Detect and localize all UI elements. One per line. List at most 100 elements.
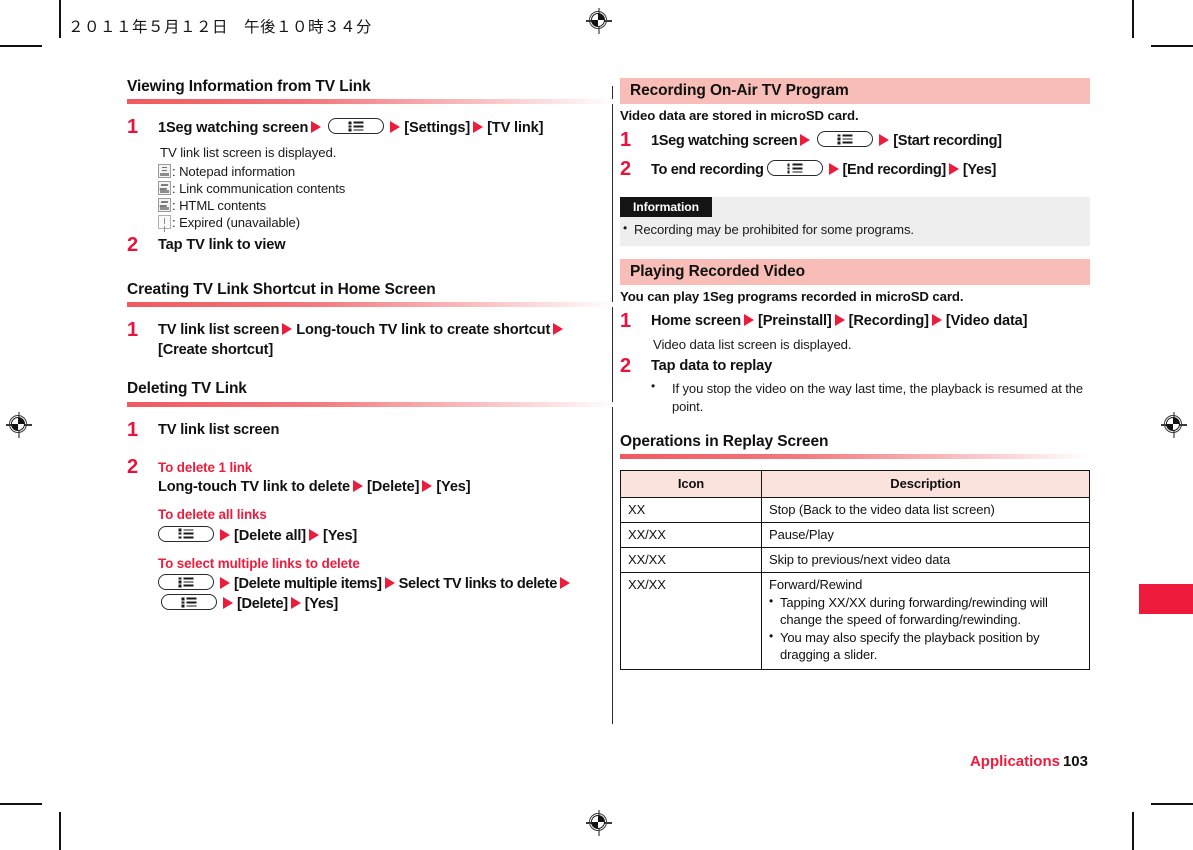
section-rule	[127, 99, 614, 105]
arrow-icon	[948, 163, 959, 176]
crop-mark-bottom-right-vertical	[1132, 812, 1134, 850]
step-note: TV link list screen is displayed.	[160, 144, 337, 160]
step-number: 2	[620, 355, 632, 378]
crop-mark-top-right-vertical	[1132, 0, 1134, 38]
page-footer: Applications 103	[970, 753, 1088, 770]
step-text: 1Seg watching screen [Start recording]	[651, 131, 1090, 151]
cell-description: Pause/Play	[761, 522, 1090, 549]
step-text-part: To end recording	[651, 162, 764, 179]
section-viewing-information: Viewing Information from TV Link 1 1Seg …	[127, 78, 614, 256]
step-text-part: [Start recording]	[893, 133, 1002, 149]
arrow-icon	[879, 134, 890, 146]
step-text-part: Long-touch TV link to create shortcut	[296, 322, 551, 339]
step-text-part: [Yes]	[962, 162, 997, 179]
arrow-icon	[220, 577, 230, 590]
cell-description-title: Forward/Rewind	[769, 577, 863, 593]
page-timestamp: ２０１１年５月１２日 午後１０時３４分	[68, 18, 373, 36]
notepad-icon	[158, 164, 171, 179]
section-heading-bar: Playing Recorded Video	[620, 258, 1090, 285]
cell-bullet: You may also specify the playback positi…	[769, 629, 1082, 664]
step-text: Tap data to replay	[651, 358, 773, 375]
legend-label: : Expired (unavailable)	[172, 214, 300, 230]
menu-key-icon	[328, 118, 385, 135]
column-header-icon: Icon	[620, 470, 762, 499]
arrow-icon	[223, 597, 233, 610]
arrow-icon	[384, 577, 395, 590]
step-text-part: TV link list screen	[158, 322, 280, 339]
step-item: 1 1Seg watching screen [Start recording]	[620, 129, 1090, 151]
step-number: 1	[620, 129, 632, 151]
step-text-part: [Delete multiple items]	[234, 576, 382, 593]
section-playing-recorded-video: Playing Recorded Video You can play 1Seg…	[620, 258, 1090, 415]
menu-key-icon	[158, 574, 214, 591]
crop-mark-bottom-right-horizontal	[1151, 803, 1193, 805]
section-heading: Viewing Information from TV Link	[127, 78, 371, 95]
chapter-thumb-tab	[1139, 584, 1193, 614]
legend-item: : Link communication contents	[158, 181, 614, 196]
step-text: TV link list screen	[158, 421, 280, 438]
right-column: Recording On-Air TV Program Video data a…	[620, 78, 1090, 670]
step-item: 1 Home screen [Preinstall] [Recording] [Vid…	[620, 309, 1090, 354]
step-text: [Delete all] [Yes]	[158, 525, 614, 546]
cell-bullet: Tapping XX/XX during forwarding/rewindin…	[769, 594, 1082, 629]
table-row: XX/XX Skip to previous/next video data	[620, 547, 1090, 574]
step-number: 2	[127, 233, 139, 256]
step-text-part: [Settings]	[404, 120, 471, 137]
sub-heading-delete-one: To delete 1 link	[158, 459, 253, 475]
step-item: 2 To delete 1 link Long-touch TV link to…	[127, 456, 614, 615]
crop-mark-top-right-horizontal	[1151, 45, 1193, 47]
step-text: TV link list screen Long-touch TV link to…	[158, 321, 614, 360]
step-number: 1	[127, 116, 139, 139]
cell-icon: XX/XX	[620, 522, 762, 549]
arrow-icon	[220, 528, 230, 541]
table-header-row: Icon Description	[620, 470, 1090, 499]
legend-item: : HTML contents	[158, 198, 614, 213]
section-creating-shortcut: Creating TV Link Shortcut in Home Screen…	[127, 281, 614, 360]
arrow-icon	[931, 313, 942, 326]
section-heading: Operations in Replay Screen	[620, 432, 829, 450]
step-item: 2 Tap TV link to view	[127, 233, 614, 256]
sub-heading-delete-all: To delete all links	[158, 507, 267, 523]
menu-key-icon	[161, 594, 217, 611]
step-item: 2 To end recording [End recording] [Yes]	[620, 158, 1090, 181]
step-text-part: Home screen	[651, 312, 742, 329]
information-tag: Information	[620, 196, 712, 217]
section-lead: Video data are stored in microSD card.	[620, 108, 859, 123]
arrow-icon	[390, 121, 401, 134]
menu-key-icon	[158, 525, 214, 542]
legend-label: : Notepad information	[172, 163, 296, 179]
arrow-icon	[828, 163, 839, 176]
footer-page-number: 103	[1062, 753, 1088, 770]
cell-description: Forward/Rewind Tapping XX/XX during forw…	[761, 572, 1090, 670]
cell-icon: XX/XX	[620, 572, 762, 670]
step-number: 1	[127, 319, 139, 342]
arrow-icon	[311, 121, 322, 134]
step-text-part: [TV link]	[487, 120, 544, 137]
step-text-part: 1Seg watching screen	[158, 120, 309, 137]
expired-icon	[158, 215, 171, 230]
section-recording-on-air: Recording On-Air TV Program Video data a…	[620, 78, 1090, 181]
cell-icon: XX/XX	[620, 547, 762, 574]
arrow-icon	[553, 323, 564, 336]
step-text-part: [Delete all]	[234, 527, 307, 544]
section-rule	[127, 401, 614, 407]
left-column: Viewing Information from TV Link 1 1Seg …	[127, 78, 614, 618]
step-text-part: Select TV links to delete	[398, 576, 558, 593]
step-text: To end recording [End recording] [Yes]	[651, 160, 1090, 180]
step-text: Tap TV link to view	[158, 236, 286, 253]
section-heading-bar: Recording On-Air TV Program	[620, 78, 1090, 104]
sub-heading-delete-multiple: To select multiple links to delete	[158, 555, 360, 571]
arrow-icon	[309, 528, 320, 541]
table-row: XX/XX Forward/Rewind Tapping XX/XX durin…	[620, 572, 1090, 670]
information-panel: Information Recording may be prohibited …	[620, 196, 1090, 246]
operations-table: Icon Description XX Stop (Back to the vi…	[620, 470, 1090, 670]
step-number: 1	[620, 309, 632, 332]
arrow-icon	[290, 597, 301, 610]
menu-key-icon	[817, 131, 874, 147]
step-number: 2	[620, 158, 632, 181]
step-text-part: [Yes]	[436, 479, 471, 496]
column-header-description: Description	[761, 470, 1090, 499]
cell-description: Stop (Back to the video data list screen…	[761, 497, 1090, 524]
arrow-icon	[422, 480, 433, 493]
table-row: XX Stop (Back to the video data list scr…	[620, 497, 1090, 524]
